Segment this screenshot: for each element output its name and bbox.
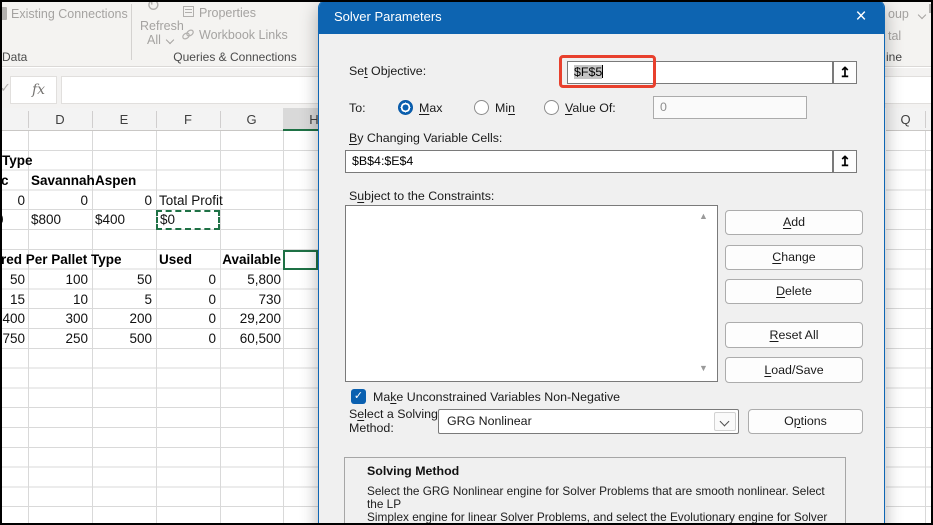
radio-max-label[interactable]: Max: [419, 101, 442, 115]
cell-value[interactable]: 100: [28, 270, 88, 290]
cell-value[interactable]: 730: [220, 290, 281, 310]
ribbon-group-label-data: Data: [2, 50, 28, 64]
solving-method-dropdown[interactable]: GRG Nonlinear: [438, 409, 739, 434]
cell-value[interactable]: 50: [92, 270, 152, 290]
cell-value[interactable]: 500: [92, 329, 152, 349]
active-cell-h[interactable]: [283, 250, 318, 270]
ribbon-group-divider: [131, 4, 132, 60]
column-header-d[interactable]: D: [28, 108, 92, 131]
cell-value[interactable]: 50: [0, 270, 25, 290]
cell-aspen[interactable]: Aspen: [95, 171, 136, 191]
workbook-links-icon: [182, 29, 194, 40]
cell-e4[interactable]: 0: [92, 191, 152, 211]
solving-method-label-line2: Method:: [349, 421, 394, 435]
dialog-titlebar[interactable]: Solver Parameters ×: [319, 1, 884, 34]
constraints-label: Subject to the Constraints:: [349, 189, 495, 203]
column-header-g[interactable]: G: [220, 108, 283, 131]
non-negative-checkbox[interactable]: ✓: [351, 389, 366, 404]
dropdown-chevron-icon[interactable]: [714, 412, 736, 431]
refresh-icon: ↻: [146, 0, 161, 15]
cell-value[interactable]: 750: [0, 329, 25, 349]
groupbox-title: Solving Method: [367, 464, 460, 478]
delete-button[interactable]: Delete: [725, 279, 863, 304]
cell-value[interactable]: 10: [28, 290, 88, 310]
cell-value[interactable]: 5: [92, 290, 152, 310]
workbook-links-button: Workbook Links: [199, 28, 288, 42]
reset-all-button[interactable]: Reset All: [725, 322, 863, 348]
fx-box[interactable]: fx: [10, 76, 57, 104]
cell-value[interactable]: 200: [92, 309, 152, 329]
cell-value[interactable]: 300: [28, 309, 88, 329]
column-header-f[interactable]: F: [156, 108, 220, 131]
cell-e5[interactable]: $400: [95, 210, 125, 230]
column-headers-right: Q: [886, 108, 933, 131]
column-headers: D E F G: [0, 108, 318, 131]
screenshot-frame: Existing Connections ↻ Refresh All Prope…: [0, 0, 933, 525]
radio-value-of[interactable]: [544, 100, 559, 115]
cell-value[interactable]: 0: [156, 309, 216, 329]
marching-ants-selection: [156, 210, 220, 230]
ribbon-group-label-queries: Queries & Connections: [173, 50, 297, 64]
cell-value[interactable]: 0: [156, 270, 216, 290]
cell-c4[interactable]: 0: [0, 191, 25, 211]
range-select-button[interactable]: ↥: [833, 61, 857, 84]
groupbox-description: Select the GRG Nonlinear engine for Solv…: [367, 484, 828, 525]
group-chevron-icon: [917, 10, 927, 20]
cell-used-header[interactable]: Used: [159, 250, 192, 270]
dialog-title: Solver Parameters: [334, 9, 442, 24]
constraints-listbox[interactable]: [345, 205, 718, 382]
scroll-down-icon[interactable]: ▼: [699, 363, 708, 373]
cell-classic-partial[interactable]: c: [1, 171, 9, 191]
refresh-all-button: Refresh: [140, 19, 184, 33]
properties-icon: [183, 6, 194, 17]
by-changing-label: By Changing Variable Cells:: [349, 131, 503, 145]
non-negative-label[interactable]: Make Unconstrained Variables Non-Negativ…: [373, 390, 620, 404]
radio-min-label[interactable]: Min: [495, 101, 515, 115]
add-button[interactable]: Add: [725, 210, 863, 235]
options-button[interactable]: Options: [748, 409, 863, 434]
cell-d4[interactable]: 0: [28, 191, 88, 211]
cell-value[interactable]: 250: [28, 329, 88, 349]
solving-method-label-line1: Select a Solving: [349, 407, 438, 421]
radio-max[interactable]: [398, 100, 413, 115]
subtotal-button-fragment: tal: [888, 29, 902, 43]
variable-cells-input[interactable]: $B$4:$E$4: [345, 150, 833, 173]
cell-value[interactable]: 5,800: [220, 270, 281, 290]
solving-method-value: GRG Nonlinear: [447, 414, 532, 428]
refresh-all-label: All: [147, 33, 161, 47]
cell-value[interactable]: 400: [0, 309, 25, 329]
properties-button: Properties: [199, 6, 256, 20]
annotation-highlight-box: [559, 55, 656, 88]
column-header-q[interactable]: Q: [886, 108, 925, 131]
cell-value[interactable]: 29,200: [220, 309, 281, 329]
range-select-button-2[interactable]: ↥: [833, 150, 857, 173]
scroll-up-icon[interactable]: ▲: [699, 211, 708, 221]
solving-method-groupbox: Solving Method Select the GRG Nonlinear …: [344, 457, 846, 525]
radio-min[interactable]: [474, 100, 489, 115]
value-of-input[interactable]: 0: [653, 96, 807, 119]
change-button[interactable]: Change: [725, 245, 863, 270]
cell-value[interactable]: 15: [0, 290, 25, 310]
cell-available-header[interactable]: Available: [220, 250, 281, 270]
cell-savannah[interactable]: Savannah: [31, 171, 95, 191]
cell-value[interactable]: 60,500: [220, 329, 281, 349]
cell-total-profit-label[interactable]: Total Profit: [159, 191, 223, 211]
cell-value[interactable]: 0: [156, 290, 216, 310]
existing-connections-button: Existing Connections: [11, 7, 128, 21]
close-icon[interactable]: ×: [848, 4, 874, 30]
insert-function-icon[interactable]: fx: [32, 82, 45, 98]
radio-value-of-label[interactable]: Value Of:: [565, 101, 616, 115]
cell-required-per-pallet[interactable]: red Per Pallet Type: [1, 250, 122, 270]
load-save-button[interactable]: Load/Save: [725, 357, 863, 383]
to-label: To:: [349, 101, 366, 115]
column-header-h-selected[interactable]: H: [283, 108, 319, 131]
cell-value[interactable]: 0: [156, 329, 216, 349]
cell-type[interactable]: Type: [2, 151, 33, 171]
set-objective-label: Set Objective:: [349, 64, 427, 78]
group-button-fragment: oup: [888, 7, 909, 21]
cell-d5[interactable]: $800: [31, 210, 61, 230]
refresh-all-chevron-icon: [165, 35, 175, 45]
outline-group-label-fragment: ine: [886, 50, 903, 64]
column-header-e[interactable]: E: [92, 108, 156, 131]
